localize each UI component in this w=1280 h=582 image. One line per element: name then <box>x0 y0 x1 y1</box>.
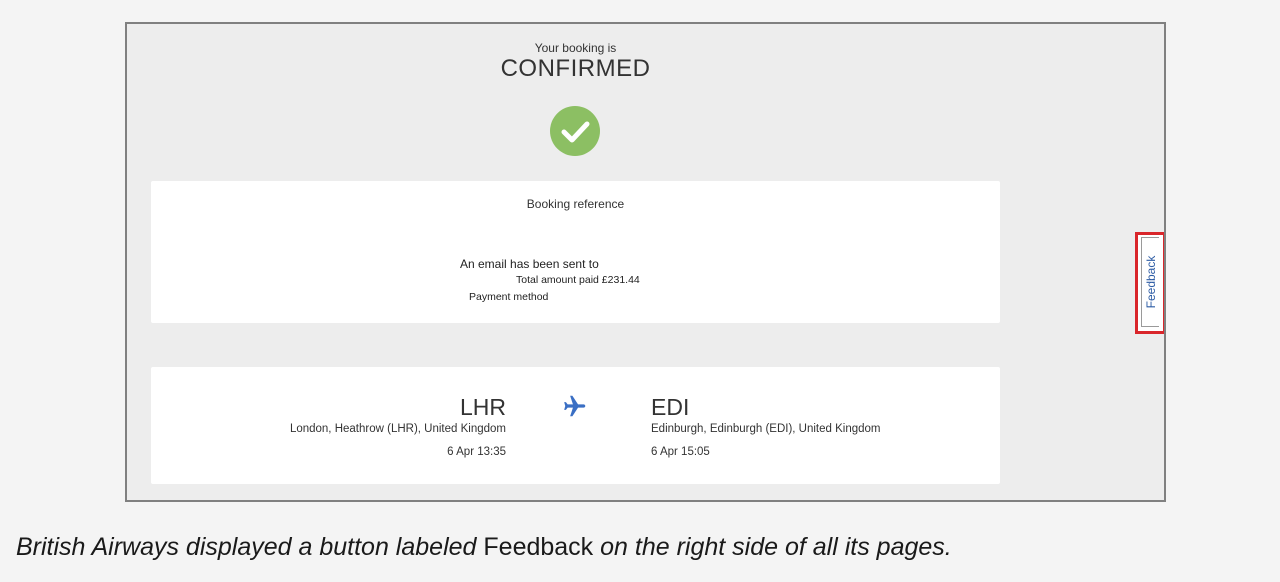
airplane-icon <box>562 393 588 419</box>
feedback-button[interactable]: Feedback <box>1141 237 1159 327</box>
feedback-highlight-box: Feedback <box>1135 232 1164 334</box>
destination-airport-code: EDI <box>651 394 690 420</box>
caption-lead: British Airways displayed a button label… <box>16 533 484 561</box>
origin-airport-name: London, Heathrow (LHR), United Kingdom <box>289 423 506 435</box>
caption-tail: on the right side of all its pages. <box>593 533 952 561</box>
origin-airport-code: LHR <box>459 394 506 420</box>
booking-reference-label: Booking reference <box>526 197 625 211</box>
booking-status-title: CONFIRMED <box>500 55 651 82</box>
arrival-time: 6 Apr 15:05 <box>651 446 710 458</box>
caption-keyword: Feedback <box>483 533 594 561</box>
email-sent-label: An email has been sent to <box>460 257 599 271</box>
destination-airport-name: Edinburgh, Edinburgh (EDI), United Kingd… <box>651 423 881 435</box>
booking-reference-card: Booking reference An email has been sent… <box>151 181 1000 323</box>
payment-method-label: Payment method <box>469 291 549 303</box>
total-amount-label: Total amount paid £231.44 <box>516 274 640 286</box>
flight-summary-card: LHR London, Heathrow (LHR), United Kingd… <box>151 367 1000 484</box>
feedback-button-label: Feedback <box>1143 255 1158 309</box>
screenshot-frame: Your booking is CONFIRMED Booking refere… <box>125 22 1166 502</box>
departure-time: 6 Apr 13:35 <box>447 446 506 458</box>
booking-status-intro: Your booking is <box>534 41 617 55</box>
figure-caption: British Airways displayed a button label… <box>16 533 952 562</box>
checkmark-icon <box>550 106 600 156</box>
